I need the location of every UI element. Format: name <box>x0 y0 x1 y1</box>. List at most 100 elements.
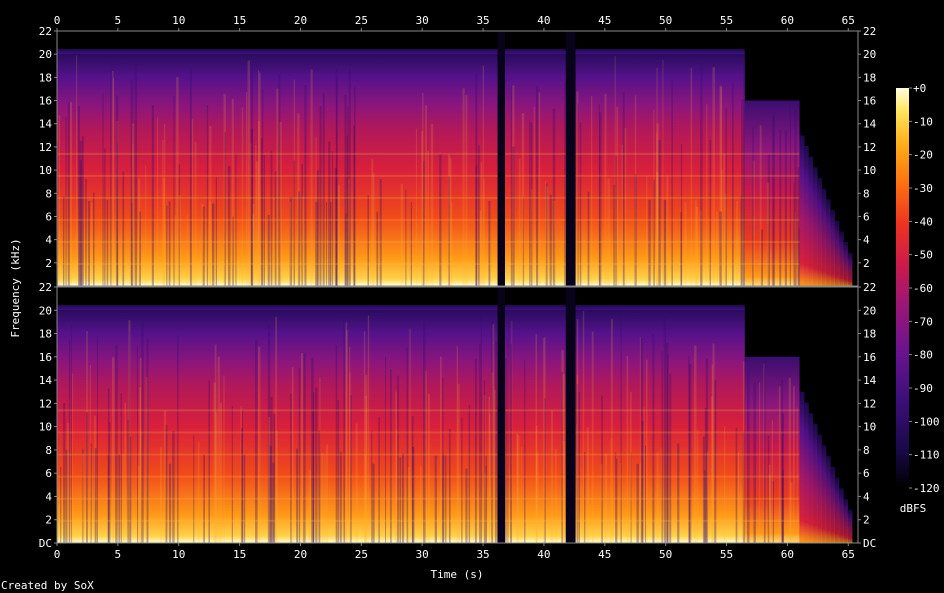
texture-stripe <box>58 115 61 286</box>
harmonic-band <box>744 497 800 500</box>
x-tick-label: 25 <box>355 14 368 27</box>
texture-stripe <box>211 203 215 286</box>
texture-stripe <box>613 184 615 286</box>
x-tick-label: 55 <box>720 14 733 27</box>
texture-stripe <box>214 344 217 543</box>
texture-stripe <box>465 468 468 543</box>
y-tick-label: 18 <box>39 71 52 84</box>
silence-gap <box>565 31 576 286</box>
texture-stripe <box>349 346 351 543</box>
colorbar-tick-label: +0 <box>913 82 926 95</box>
texture-stripe <box>535 333 538 543</box>
texture-stripe <box>136 346 139 543</box>
harmonic-band <box>575 196 745 199</box>
high-band <box>504 49 566 55</box>
x-tick-label: 50 <box>659 14 672 27</box>
texture-stripe <box>442 377 444 543</box>
x-tick-label: 0 <box>54 548 61 561</box>
y-tick-label: 2 <box>863 257 870 270</box>
texture-stripe <box>110 61 112 287</box>
texture-stripe <box>231 405 233 543</box>
y-tick-label: 6 <box>863 210 870 223</box>
texture-stripe <box>615 452 617 543</box>
texture-stripe <box>371 158 374 286</box>
texture-stripe <box>371 430 373 543</box>
colorbar-tick-label: -90 <box>913 382 933 395</box>
energy-band <box>504 310 566 543</box>
texture-stripe <box>634 95 637 287</box>
y-tick-label: 14 <box>39 374 53 387</box>
texture-stripe <box>695 206 699 286</box>
texture-stripe <box>759 125 762 286</box>
harmonic-band <box>57 519 498 522</box>
texture-stripe <box>289 201 292 286</box>
texture-stripe <box>274 171 277 286</box>
texture-stripe <box>652 334 655 543</box>
texture-stripe <box>663 200 667 286</box>
fade-slice <box>817 434 822 543</box>
y-tick-label: 4 <box>45 234 52 247</box>
texture-stripe <box>63 402 66 543</box>
texture-stripe <box>310 69 313 286</box>
colorbar-tick-label: -70 <box>913 315 933 328</box>
high-band <box>57 49 498 55</box>
texture-stripe <box>448 428 451 543</box>
texture-stripe <box>696 430 699 543</box>
texture-stripe <box>390 368 392 543</box>
x-tick-label: 5 <box>115 14 122 27</box>
texture-stripe <box>587 191 590 286</box>
texture-stripe <box>763 360 766 543</box>
y-tick-label: 22 <box>39 25 52 38</box>
texture-stripe <box>399 457 402 543</box>
y-tick-label: 8 <box>45 444 52 457</box>
y-tick-label: DC <box>863 537 876 550</box>
fade-slice <box>812 423 818 543</box>
texture-stripe <box>65 449 68 543</box>
texture-stripe <box>177 335 179 543</box>
harmonic-band <box>744 453 800 456</box>
texture-stripe <box>667 354 669 543</box>
texture-stripe <box>322 93 325 286</box>
fade-slice <box>847 252 853 286</box>
fade-slice <box>825 199 831 286</box>
harmonic-band <box>57 497 498 500</box>
texture-stripe <box>113 78 115 287</box>
harmonic-band <box>575 431 745 434</box>
texture-stripe <box>510 344 512 543</box>
y-tick-label: 14 <box>39 118 53 131</box>
texture-stripe <box>94 448 97 543</box>
harmonic-band <box>57 174 498 177</box>
texture-stripe <box>304 85 307 286</box>
texture-stripe <box>644 445 647 543</box>
texture-stripe <box>759 382 761 543</box>
texture-stripe <box>318 430 321 543</box>
y-tick-label: 14 <box>863 118 877 131</box>
texture-stripe <box>209 125 212 286</box>
fade-slice <box>821 445 827 543</box>
texture-stripe <box>173 95 175 286</box>
fade-slice <box>799 391 805 543</box>
texture-stripe <box>680 212 682 286</box>
harmonic-band <box>504 240 566 243</box>
texture-stripe <box>422 93 424 286</box>
texture-stripe <box>737 451 740 543</box>
fade-slice <box>808 156 814 286</box>
texture-stripe <box>172 430 175 543</box>
harmonic-band <box>575 174 745 177</box>
texture-stripe <box>193 435 195 543</box>
texture-stripe <box>529 120 531 286</box>
texture-stripe <box>168 201 171 286</box>
y-tick-label: 16 <box>39 351 52 364</box>
high-band <box>575 49 745 55</box>
texture-stripe <box>564 82 566 286</box>
texture-stripe <box>425 105 427 286</box>
texture-stripe <box>518 158 521 286</box>
x-tick-label: 5 <box>115 548 122 561</box>
texture-stripe <box>495 341 497 543</box>
y-tick-label: 8 <box>863 444 870 457</box>
texture-stripe <box>367 315 370 543</box>
texture-stripe <box>176 77 179 286</box>
y-tick-label: 2 <box>45 514 52 527</box>
texture-stripe <box>104 148 106 286</box>
colorbar-tick-label: -10 <box>913 115 933 128</box>
